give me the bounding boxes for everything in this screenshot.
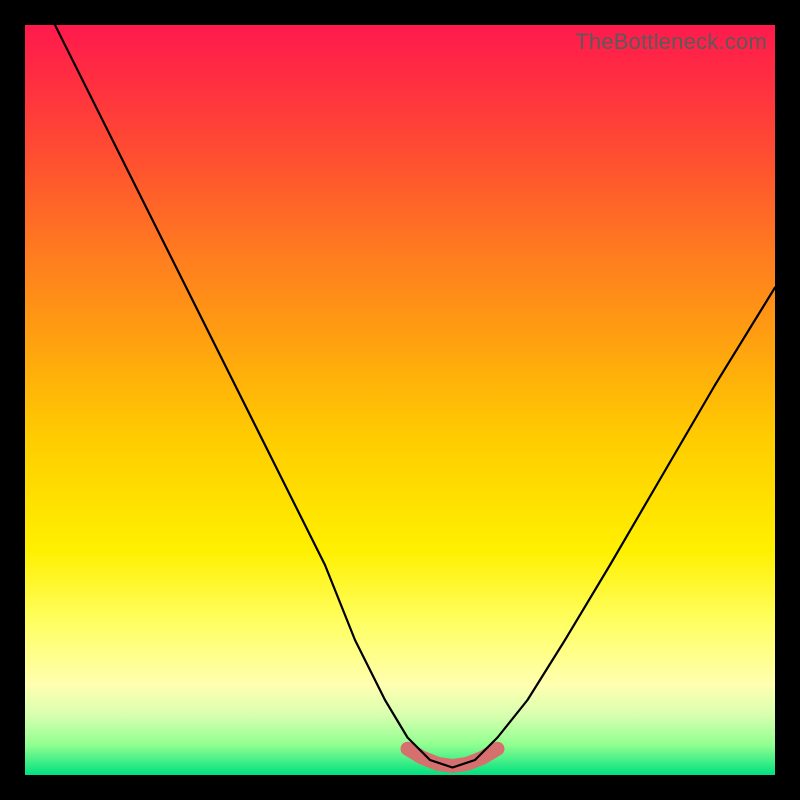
chart-frame: TheBottleneck.com [0,0,800,800]
plot-area: TheBottleneck.com [25,25,775,775]
bottleneck-curve-svg [25,25,775,775]
bottleneck-curve [55,25,775,768]
